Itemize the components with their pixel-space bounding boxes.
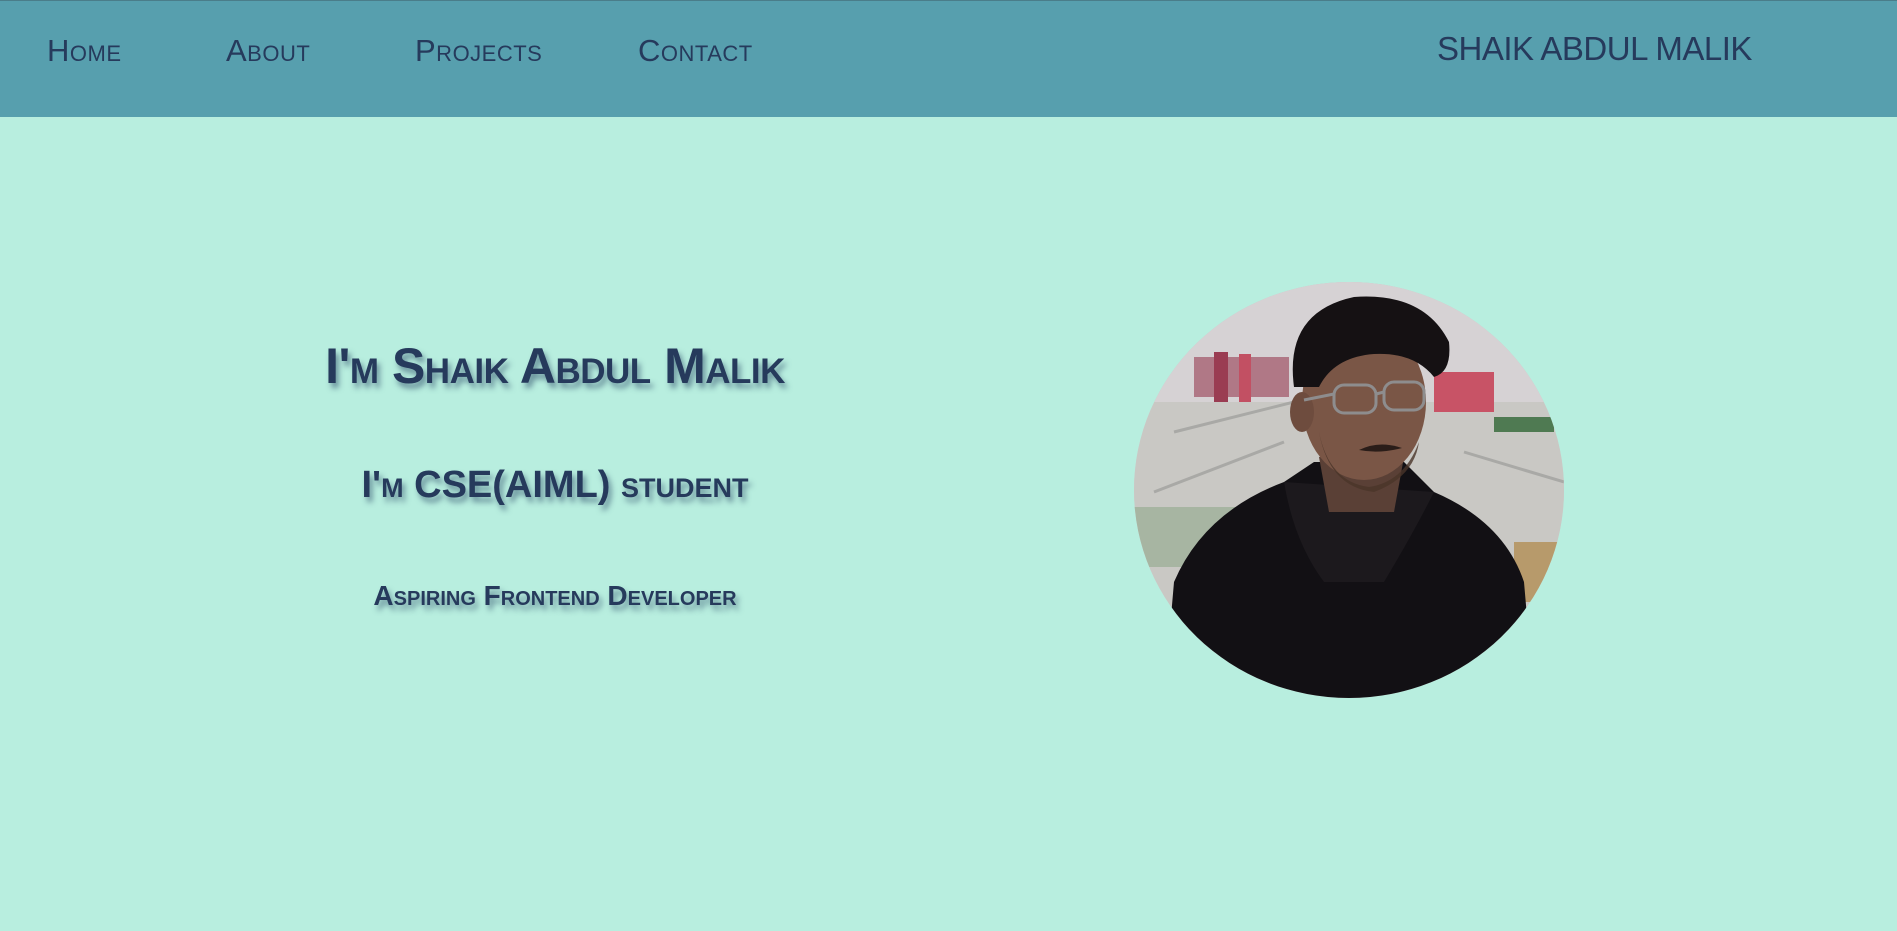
site-brand-name[interactable]: SHAIK ABDUL MALIK (1437, 29, 1752, 69)
nav-link-contact[interactable]: Contact (638, 31, 753, 71)
profile-photo (1134, 282, 1564, 698)
nav-link-about[interactable]: About (226, 31, 310, 71)
nav-link-projects[interactable]: Projects (415, 31, 542, 71)
hero-subtitle: I'm CSE(AIML) student (361, 464, 749, 506)
navbar: Home About Projects Contact SHAIK ABDUL … (0, 0, 1897, 117)
profile-photo-image (1134, 282, 1564, 698)
hero-role: Aspiring Frontend Developer (373, 580, 737, 611)
hero-section: I'm Shaik Abdul Malik I'm CSE(AIML) stud… (255, 330, 855, 614)
nav-link-home[interactable]: Home (47, 31, 122, 71)
hero-title: I'm Shaik Abdul Malik (325, 338, 785, 394)
